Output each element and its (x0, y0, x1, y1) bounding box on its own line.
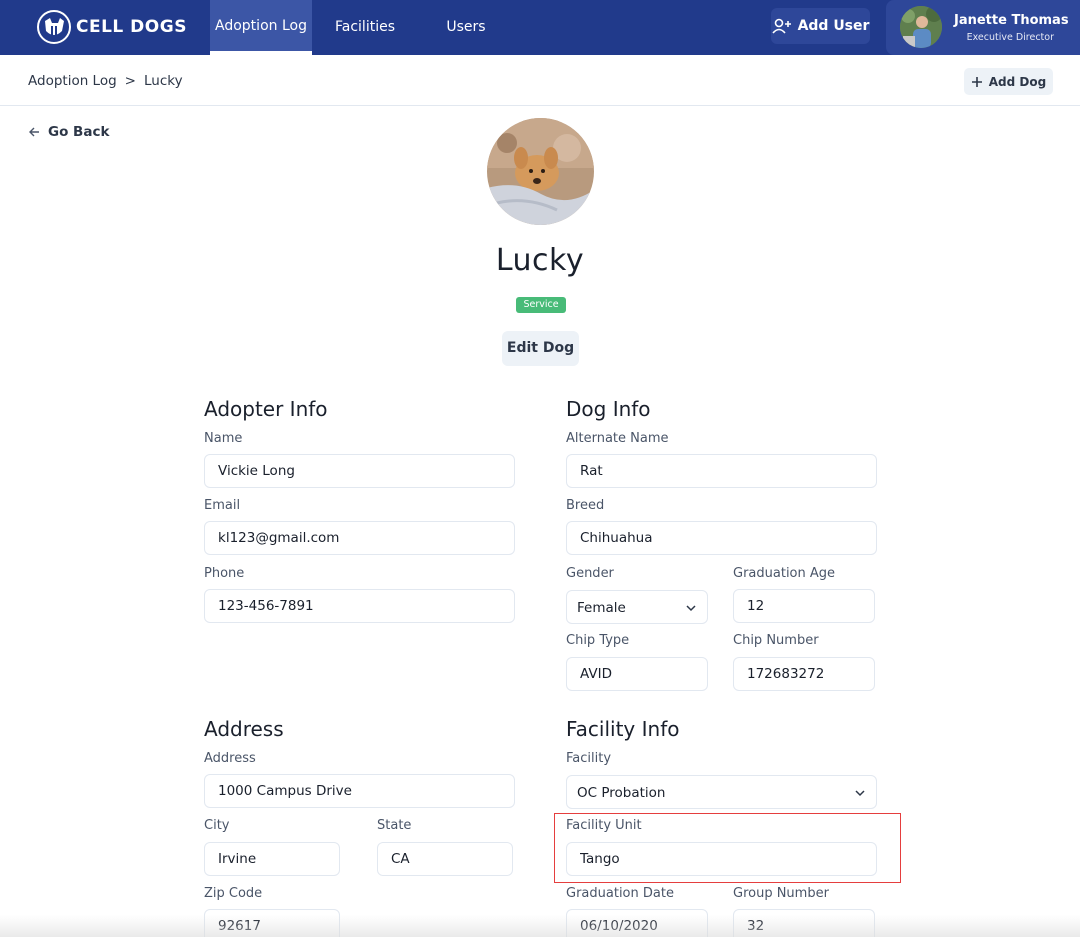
group-number-field[interactable] (733, 909, 875, 937)
add-dog-label: Add Dog (988, 74, 1047, 89)
breed-field[interactable] (566, 521, 877, 555)
alternate-name-field[interactable] (566, 454, 877, 488)
state-field[interactable] (377, 842, 513, 876)
arrow-left-icon (29, 127, 39, 137)
graduation-age-label: Graduation Age (733, 566, 836, 581)
user-name: Janette Thomas (954, 13, 1069, 28)
email-label: Email (204, 498, 241, 513)
city-label: City (204, 818, 230, 833)
add-dog-button[interactable]: Add Dog (964, 68, 1053, 95)
go-back-label: Go Back (48, 124, 110, 140)
breadcrumb: Adoption Log > Lucky (28, 73, 183, 89)
chip-number-label: Chip Number (733, 633, 819, 648)
breadcrumb-separator: > (124, 73, 136, 89)
go-back-link[interactable]: Go Back (28, 124, 109, 140)
facility-value: OC Probation (577, 785, 666, 801)
breadcrumb-current: Lucky (143, 73, 183, 89)
adopter-name-field[interactable] (204, 454, 515, 488)
city-field[interactable] (204, 842, 340, 876)
graduation-age-field[interactable] (733, 589, 875, 623)
cell-dogs-logo[interactable]: CELL DOGS (36, 8, 187, 46)
facility-info-title: Facility Info (566, 717, 680, 741)
top-navbar: CELL DOGS Adoption Log Facilities Users … (0, 0, 1080, 55)
address-title: Address (204, 717, 284, 741)
name-label: Name (204, 431, 243, 446)
dog-logo-icon (37, 10, 71, 44)
state-label: State (377, 818, 412, 833)
facility-select[interactable]: OC Probation (566, 775, 877, 809)
tab-users[interactable]: Users (432, 0, 500, 55)
adopter-info-title: Adopter Info (204, 397, 328, 421)
chevron-down-icon (855, 790, 865, 797)
add-user-label: Add User (797, 18, 870, 34)
graduation-date-label: Graduation Date (566, 886, 674, 901)
page-subheader: Adoption Log > Lucky Add Dog (0, 55, 1080, 106)
gender-value: Female (577, 600, 626, 616)
address-label: Address (204, 751, 256, 766)
alternate-name-label: Alternate Name (566, 431, 669, 446)
dog-photo (487, 118, 594, 225)
plus-icon (971, 76, 982, 87)
dog-info-title: Dog Info (566, 397, 651, 421)
tab-adoption-log[interactable]: Adoption Log (210, 0, 312, 55)
facility-unit-highlight (554, 813, 901, 883)
group-number-label: Group Number (733, 886, 829, 901)
address-field[interactable] (204, 774, 515, 808)
add-user-icon (771, 18, 791, 34)
facility-label: Facility (566, 751, 612, 766)
dog-type-badge: Service (516, 297, 566, 313)
user-menu[interactable]: Janette Thomas Executive Director (886, 0, 1080, 55)
dog-name-heading: Lucky (495, 243, 585, 278)
gender-select[interactable]: Female (566, 590, 708, 624)
graduation-date-field[interactable] (566, 909, 708, 937)
chip-number-field[interactable] (733, 657, 875, 691)
user-role: Executive Director (966, 32, 1054, 43)
user-avatar (900, 6, 942, 48)
zip-code-field[interactable] (204, 909, 340, 937)
edit-dog-button[interactable]: Edit Dog (502, 331, 579, 366)
phone-label: Phone (204, 566, 245, 581)
chevron-down-icon (686, 605, 696, 612)
breed-label: Breed (566, 498, 605, 513)
scroll-shadow (0, 915, 1080, 937)
chip-type-label: Chip Type (566, 633, 630, 648)
chip-type-field[interactable] (566, 657, 708, 691)
add-user-button[interactable]: Add User (771, 8, 870, 44)
adopter-phone-field[interactable] (204, 589, 515, 623)
breadcrumb-parent[interactable]: Adoption Log (28, 73, 117, 89)
tab-facilities[interactable]: Facilities (324, 0, 406, 55)
gender-label: Gender (566, 566, 614, 581)
adopter-email-field[interactable] (204, 521, 515, 555)
brand-name: CELL DOGS (76, 17, 187, 37)
zip-code-label: Zip Code (204, 886, 263, 901)
